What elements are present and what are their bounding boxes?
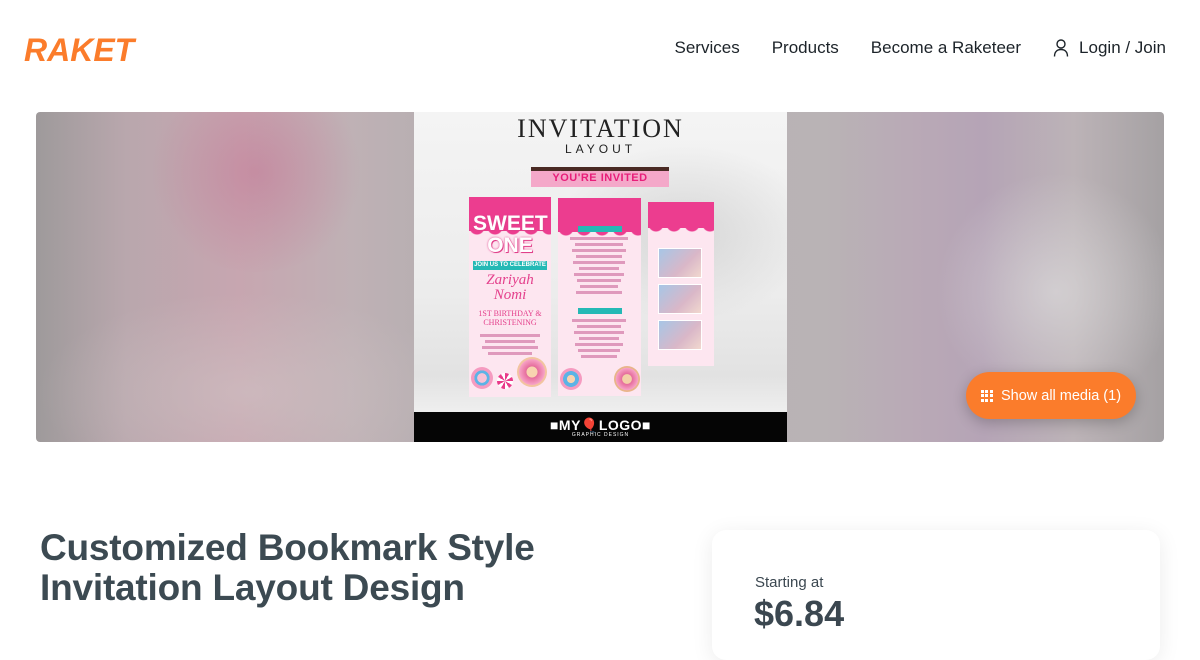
price-value: $6.84	[754, 593, 845, 634]
pricing-card: Starting at $6.84	[712, 530, 1160, 660]
poster-title: INVITATION	[517, 114, 684, 143]
sweet-one-text: SWEET ONE	[473, 212, 548, 257]
photo-placeholder	[658, 248, 702, 278]
hero-backdrop-blur	[146, 112, 366, 272]
login-join-link[interactable]: Login / Join	[1053, 38, 1166, 58]
starting-at-label: Starting at	[755, 574, 824, 591]
hero-backdrop-blur	[36, 292, 456, 442]
user-icon	[1053, 39, 1069, 57]
join-us-text: JOIN US TO CELEBRATE	[473, 261, 547, 270]
invitation-card-photos	[648, 202, 714, 366]
show-all-media-button[interactable]: Show all media (1)	[966, 372, 1136, 419]
grid-icon	[980, 389, 993, 402]
poster-invited-banner: YOU'RE INVITED	[531, 167, 669, 187]
celebrant-name: Zariyah Nomi	[486, 272, 534, 303]
nav-products[interactable]: Products	[772, 38, 839, 58]
listing-title: Customized Bookmark Style Invitation Lay…	[40, 527, 535, 608]
lollipop-decoration	[497, 373, 513, 389]
main-nav: Services Products Become a Raketeer Logi…	[675, 38, 1166, 58]
show-all-media-label: Show all media (1)	[1000, 387, 1122, 404]
hero-image[interactable]: INVITATION LAYOUT YOU'RE INVITED SWEET O…	[414, 112, 787, 442]
poster-brand-sub: GRAPHIC DESIGN	[571, 432, 630, 438]
nav-services[interactable]: Services	[675, 38, 740, 58]
occasion-text: 1ST BIRTHDAY & CHRISTENING	[478, 309, 542, 327]
nav-become-raketeer[interactable]: Become a Raketeer	[871, 38, 1021, 58]
login-join-label: Login / Join	[1079, 38, 1166, 57]
poster-brand-bar: ■MY🎈LOGO■ GRAPHIC DESIGN	[414, 412, 787, 442]
raket-logo[interactable]: RAKET	[24, 32, 158, 66]
svg-text:RAKET: RAKET	[24, 32, 137, 66]
poster-subtitle: LAYOUT	[564, 142, 637, 156]
photo-placeholder	[658, 320, 702, 350]
site-header: RAKET Services Products Become a Raketee…	[0, 0, 1200, 98]
donut-decoration	[471, 367, 493, 389]
donut-decoration	[614, 366, 640, 392]
donut-decoration	[517, 357, 547, 387]
invitation-card-program	[558, 198, 641, 396]
invitation-card-front: SWEET ONE JOIN US TO CELEBRATE Zariyah N…	[469, 197, 551, 397]
photo-placeholder	[658, 284, 702, 314]
donut-decoration	[560, 368, 582, 390]
